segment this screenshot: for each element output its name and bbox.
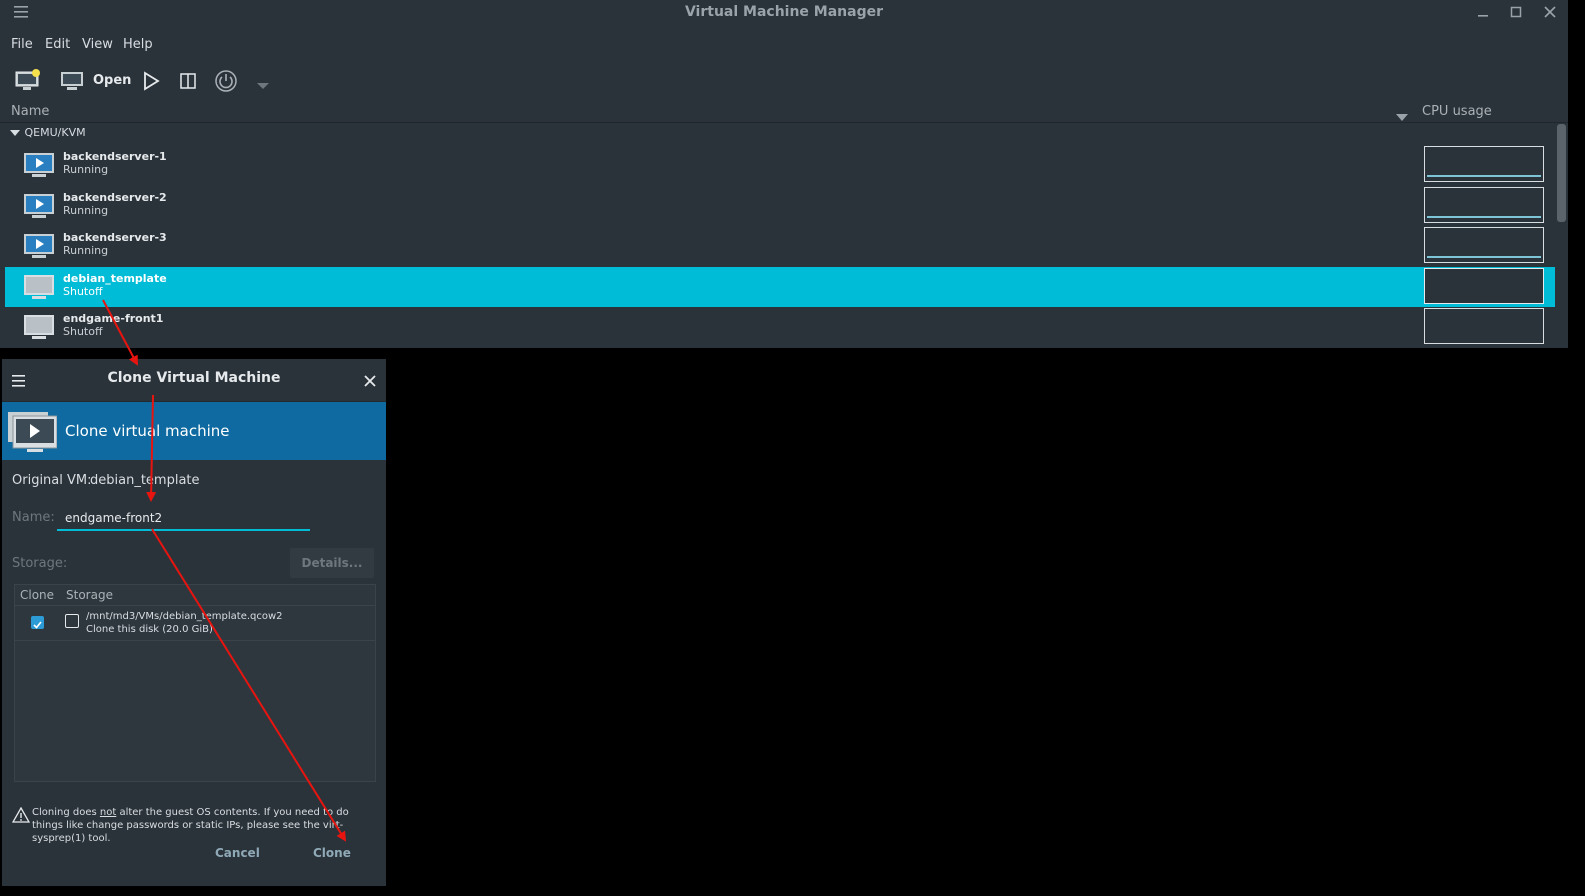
dialog-title: Clone Virtual Machine <box>107 370 281 386</box>
vm-row-selected[interactable]: debian_template Shutoff <box>5 267 1555 307</box>
original-vm-label: Original VM: <box>12 473 92 488</box>
chevron-down-icon[interactable] <box>256 76 270 95</box>
column-sort-icon[interactable] <box>1395 108 1409 127</box>
vm-clone-icon <box>7 411 58 457</box>
warning-text-part: Cloning does <box>32 807 100 818</box>
clone-dialog: Clone Virtual Machine Clone virtual mach… <box>2 359 386 886</box>
vm-row[interactable]: backendserver-2 Running <box>5 186 1555 226</box>
clone-column-header[interactable]: Clone <box>20 588 54 602</box>
storage-table: Clone Storage /mnt/md3/VMs/debian_templa… <box>14 584 376 782</box>
vm-name: backendserver-3 <box>63 231 167 244</box>
warning-icon <box>11 806 31 827</box>
cpu-usage-graph <box>1424 268 1544 304</box>
vm-row[interactable]: backendserver-1 Running <box>5 145 1555 185</box>
vm-name: debian_template <box>63 272 167 285</box>
vm-running-icon <box>23 151 55 179</box>
vertical-scrollbar[interactable] <box>1557 124 1566 222</box>
list-header: Name CPU usage <box>0 102 1568 123</box>
vm-shutoff-icon <box>23 313 55 341</box>
clone-button[interactable]: Clone <box>313 846 351 860</box>
cpu-usage-graph <box>1424 146 1544 182</box>
vm-running-icon <box>23 232 55 260</box>
open-button[interactable]: Open <box>93 73 131 88</box>
storage-label: Storage: <box>12 556 68 571</box>
vm-running-icon <box>23 192 55 220</box>
table-row[interactable]: /mnt/md3/VMs/debian_template.qcow2 Clone… <box>15 606 375 641</box>
vm-name: endgame-front1 <box>63 312 164 325</box>
maximize-icon[interactable] <box>1506 4 1526 24</box>
menu-edit[interactable]: Edit <box>45 37 70 52</box>
column-cpu-header[interactable]: CPU usage <box>1422 104 1492 119</box>
banner-title: Clone virtual machine <box>65 422 230 440</box>
pause-icon[interactable] <box>178 71 198 95</box>
dialog-banner: Clone virtual machine <box>2 402 386 460</box>
disk-icon <box>65 614 79 628</box>
details-button[interactable]: Details... <box>290 548 374 578</box>
name-input[interactable] <box>57 507 310 531</box>
power-icon[interactable] <box>214 69 238 97</box>
menu-file[interactable]: File <box>11 37 33 52</box>
close-icon[interactable] <box>1540 4 1560 24</box>
monitor-icon[interactable] <box>60 70 84 96</box>
warning-text-emphasis: not <box>99 807 117 818</box>
group-qemu-kvm[interactable]: QEMU/KVM <box>9 126 86 139</box>
vm-state: Shutoff <box>63 285 103 298</box>
menu-help[interactable]: Help <box>123 37 153 52</box>
title-bar: Virtual Machine Manager <box>0 0 1568 28</box>
group-label: QEMU/KVM <box>24 126 86 139</box>
dialog-title-bar: Clone Virtual Machine <box>2 359 386 402</box>
column-name-header[interactable]: Name <box>11 104 49 119</box>
vm-name: backendserver-2 <box>63 191 167 204</box>
toolbar: Open <box>0 62 1568 100</box>
close-icon[interactable] <box>363 373 377 392</box>
cancel-button[interactable]: Cancel <box>215 846 260 860</box>
vm-shutoff-icon <box>23 273 55 301</box>
storage-column-header[interactable]: Storage <box>66 588 113 602</box>
name-label: Name: <box>12 510 55 525</box>
warning-text: Cloning does not alter the guest OS cont… <box>32 806 382 845</box>
window-title: Virtual Machine Manager <box>684 4 884 20</box>
cpu-usage-graph <box>1424 227 1544 263</box>
menu-view[interactable]: View <box>82 37 113 52</box>
disk-path: /mnt/md3/VMs/debian_template.qcow2 <box>86 611 283 622</box>
vm-row[interactable]: backendserver-3 Running <box>5 226 1555 266</box>
expander-icon <box>10 130 20 136</box>
cpu-usage-graph <box>1424 308 1544 344</box>
vm-state: Running <box>63 204 109 217</box>
play-icon[interactable] <box>141 71 161 95</box>
menu-bar: File Edit View Help <box>0 34 600 56</box>
disk-description: Clone this disk (20.0 GiB) <box>86 624 213 635</box>
new-vm-icon[interactable] <box>15 68 41 96</box>
vm-state: Running <box>63 244 109 257</box>
main-window: Virtual Machine Manager File Edit View H… <box>0 0 1568 348</box>
original-vm-value: debian_template <box>90 473 200 488</box>
clone-disk-checkbox[interactable] <box>31 616 44 629</box>
vm-state: Shutoff <box>63 325 103 338</box>
table-header: Clone Storage <box>15 585 375 606</box>
minimize-icon[interactable] <box>1473 4 1493 24</box>
cpu-usage-graph <box>1424 187 1544 223</box>
vm-state: Running <box>63 163 109 176</box>
vm-name: backendserver-1 <box>63 150 167 163</box>
vm-row[interactable]: endgame-front1 Shutoff <box>5 307 1555 347</box>
